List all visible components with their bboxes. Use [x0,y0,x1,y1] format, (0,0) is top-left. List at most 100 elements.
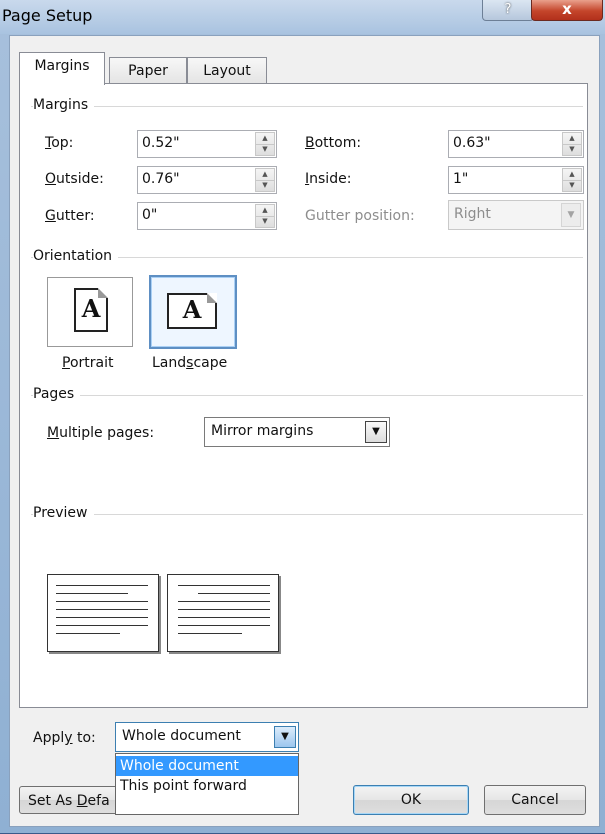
page-setup-dialog: Page Setup ? x Margins Paper Layout Marg… [0,0,605,833]
margins-section-label: Margins [33,97,95,113]
orientation-section-label: Orientation [33,248,119,264]
preview-text-line [178,633,242,634]
gutter-position-select: Right ▼ [448,200,584,230]
outside-label-hotkey: O [45,171,57,187]
ok-button[interactable]: OK [353,785,469,815]
preview-text-line [198,593,270,594]
preview-section-label: Preview [33,505,94,521]
tab-margins[interactable]: Margins [19,52,105,85]
spin-down-icon[interactable]: ▼ [563,180,581,191]
outside-margin-spinner[interactable]: 0.76" ▲ ▼ [137,166,277,194]
chevron-down-icon: ▼ [561,203,581,227]
set-default-pre: Set As [28,793,77,809]
apply-to-label: Apply to: [33,730,96,746]
chevron-down-icon[interactable]: ▼ [365,421,387,443]
outside-label-text: utside: [56,171,104,187]
spin-down-icon[interactable]: ▼ [563,144,581,155]
landscape-page-icon: A [167,293,217,329]
preview-text-line [178,585,270,586]
tab-paper[interactable]: Paper [109,57,187,85]
gutter-position-value: Right [454,206,491,222]
multiple-pages-text: ultiple pages: [59,425,155,441]
preview-group-divider [31,514,583,515]
gutter-spinner[interactable]: 0" ▲ ▼ [137,202,277,230]
tab-paper-label: Paper [128,63,168,79]
dialog-body: Margins Paper Layout Margins Top: 0.52" … [9,35,600,827]
preview-text-line [56,593,128,594]
preview-right-page [167,574,279,652]
preview-text-line [56,625,148,626]
inside-margin-spinner[interactable]: 1" ▲ ▼ [448,166,584,194]
bottom-margin-spinner[interactable]: 0.63" ▲ ▼ [448,130,584,158]
apply-to-post: to: [72,730,96,746]
landscape-label-pre: Land [152,355,187,371]
set-default-post: efa [87,793,110,809]
preview-text-line [56,633,120,634]
preview-text-line [56,617,148,618]
inside-label-text: nside: [309,171,352,187]
chevron-down-icon[interactable]: ▼ [274,726,296,748]
portrait-button[interactable]: A [47,277,133,347]
pages-section-label: Pages [33,386,81,402]
top-margin-value: 0.52" [142,135,180,151]
preview-left-page [47,574,159,652]
outside-margin-arrows: ▲ ▼ [255,168,275,192]
margins-group-divider [31,106,583,107]
bottom-margin-value: 0.63" [453,135,491,151]
gutter-value: 0" [142,207,158,223]
gutter-position-label: Gutter position: [305,208,415,224]
multiple-pages-select[interactable]: Mirror margins ▼ [204,417,390,447]
bottom-label-hotkey: B [305,135,315,151]
spin-down-icon[interactable]: ▼ [256,180,274,191]
preview-text-line [56,585,148,586]
bottom-margin-arrows: ▲ ▼ [562,132,582,156]
bottom-label: Bottom: [305,135,361,151]
inside-margin-value: 1" [453,171,469,187]
gutter-label-text: utter: [55,208,95,224]
portrait-page-icon: A [74,288,108,332]
preview-text-line [178,617,270,618]
tab-layout-label: Layout [203,63,251,79]
set-default-hotkey: D [76,793,88,809]
apply-to-value: Whole document [122,728,241,744]
landscape-label-post: cape [193,355,228,371]
tab-layout[interactable]: Layout [187,57,267,85]
outside-label: Outside: [45,171,104,187]
top-margin-arrows: ▲ ▼ [255,132,275,156]
portrait-label-hotkey: P [62,355,70,371]
pages-group-divider [31,395,583,396]
preview-text-line [56,601,148,602]
apply-to-hotkey: y [64,730,73,746]
dropdown-option-whole-document[interactable]: Whole document [116,756,298,776]
multiple-pages-hotkey: M [47,425,60,441]
apply-to-select[interactable]: Whole document ▼ [115,722,299,752]
top-label: Top: [45,135,73,151]
cancel-button[interactable]: Cancel [484,785,586,815]
dropdown-option-this-point-forward[interactable]: This point forward [116,776,298,796]
portrait-label-text: ortrait [69,355,114,371]
outside-margin-value: 0.76" [142,171,180,187]
letter-a-icon: A [81,294,101,323]
spin-down-icon[interactable]: ▼ [256,216,274,227]
letter-a-icon: A [182,295,202,324]
bottom-label-text: ottom: [314,135,362,151]
spin-down-icon[interactable]: ▼ [256,144,274,155]
multiple-pages-label: Multiple pages: [47,425,154,441]
apply-to-pre: Appl [33,730,65,746]
multiple-pages-value: Mirror margins [211,423,314,439]
gutter-arrows: ▲ ▼ [255,204,275,228]
inside-label: Inside: [305,171,351,187]
preview-text-line [56,609,148,610]
top-margin-spinner[interactable]: 0.52" ▲ ▼ [137,130,277,158]
preview-text-line [178,625,270,626]
preview-text-line [178,609,270,610]
apply-to-dropdown-list: Whole document This point forward [115,753,299,815]
inside-margin-arrows: ▲ ▼ [562,168,582,192]
landscape-label: Landscape [152,355,227,371]
gutter-label: Gutter: [45,208,95,224]
preview-text-line [178,601,270,602]
landscape-button[interactable]: A [149,275,237,349]
gutter-label-hotkey: G [45,208,56,224]
portrait-label: Portrait [62,355,113,371]
top-label-text: op: [51,135,74,151]
